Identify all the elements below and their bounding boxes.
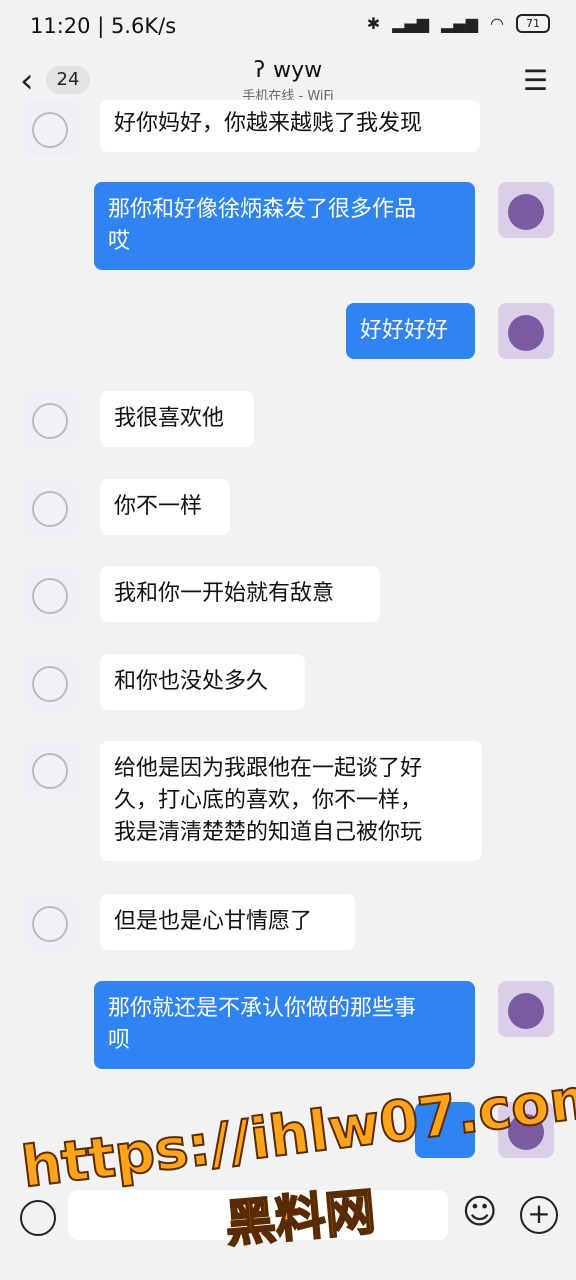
wifi-icon: ◠: [490, 14, 504, 33]
contact-avatar[interactable]: [22, 479, 78, 535]
hearing-mode-icon: ʔ: [253, 58, 266, 83]
message-bubble[interactable]: 我和你一开始就有敌意: [100, 566, 380, 622]
watermark-name: 黑料网: [222, 1182, 378, 1255]
emoji-icon[interactable]: ☺: [462, 1192, 497, 1232]
voice-icon[interactable]: [20, 1200, 56, 1236]
message-bubble[interactable]: 你不一样: [100, 479, 230, 535]
message-bubble[interactable]: 和你也没处多久: [100, 654, 305, 710]
message-bubble[interactable]: 好好好好: [346, 303, 475, 359]
plus-icon[interactable]: +: [520, 1196, 558, 1234]
message-bubble[interactable]: 那你和好像徐炳森发了很多作品 哎: [94, 182, 475, 270]
chat-title-area[interactable]: ʔ wyw 手机在线 - WiFi: [0, 58, 576, 104]
contact-avatar[interactable]: [22, 894, 78, 950]
my-avatar[interactable]: [498, 303, 554, 359]
bluetooth-icon: ✱: [366, 14, 381, 33]
message-bubble[interactable]: 但是也是心甘情愿了: [100, 894, 355, 950]
message-bubble[interactable]: 给他是因为我跟他在一起谈了好 久，打心底的喜欢，你不一样， 我是清清楚楚的知道自…: [100, 741, 482, 861]
status-time: 11:20 | 5.6K/s: [30, 14, 177, 38]
contact-avatar[interactable]: [22, 100, 78, 156]
status-bar: 11:20 | 5.6K/s ✱ ▂▄▆ ▂▄▆ ◠ 71: [0, 0, 576, 54]
message-bubble[interactable]: 那你就还是不承认你做的那些事 呗: [94, 981, 475, 1069]
battery-icon: 71: [516, 14, 550, 33]
my-avatar[interactable]: [498, 981, 554, 1037]
my-avatar[interactable]: [498, 182, 554, 238]
menu-icon[interactable]: ☰: [523, 64, 548, 97]
contact-avatar[interactable]: [22, 566, 78, 622]
signal-hd-2-icon: ▂▄▆: [441, 14, 479, 33]
contact-avatar[interactable]: [22, 654, 78, 710]
contact-avatar[interactable]: [22, 391, 78, 447]
message-bubble[interactable]: 我很喜欢他: [100, 391, 254, 447]
message-bubble[interactable]: 好你妈好，你越来越贱了我发现: [100, 100, 480, 152]
contact-avatar[interactable]: [22, 741, 78, 797]
chat-title: ʔ wyw: [253, 58, 323, 83]
signal-hd-icon: ▂▄▆: [392, 14, 430, 33]
status-icons: ✱ ▂▄▆ ▂▄▆ ◠ 71: [367, 14, 550, 33]
